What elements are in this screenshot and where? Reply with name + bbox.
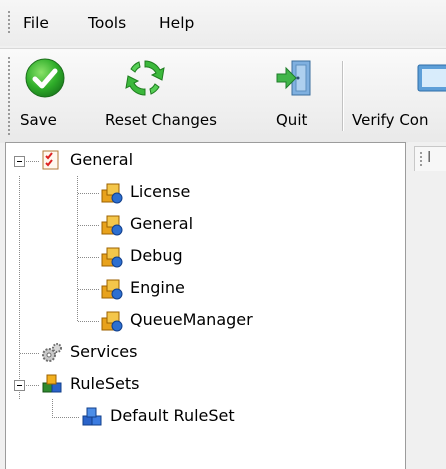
check-icon bbox=[25, 58, 65, 98]
verify-config-label: Verify Con bbox=[352, 111, 429, 129]
details-panel-grip[interactable] bbox=[420, 152, 423, 166]
component-icon bbox=[101, 183, 123, 204]
component-icon bbox=[101, 215, 123, 236]
tree-node-debug-label: Debug bbox=[130, 246, 183, 265]
details-panel-tab[interactable]: I bbox=[414, 146, 446, 171]
checklist-icon bbox=[42, 150, 59, 170]
toolbar-separator bbox=[342, 61, 344, 131]
tree-node-default-ruleset-label: Default RuleSet bbox=[110, 406, 235, 425]
tree-line-services bbox=[20, 353, 40, 354]
toolbar: Save Reset Changes Quit Verify Con bbox=[0, 48, 446, 143]
tree-line-ruleset-0 bbox=[52, 417, 80, 418]
tree-line-child-0 bbox=[78, 193, 100, 194]
tree-line-rulesets-children bbox=[52, 399, 53, 417]
gears-icon bbox=[42, 343, 62, 362]
tree-node-engine[interactable]: Engine bbox=[100, 273, 320, 303]
tree-node-license[interactable]: License bbox=[100, 177, 320, 207]
tree-node-license-label: License bbox=[130, 182, 191, 201]
tree-node-rulesets-label: RuleSets bbox=[70, 374, 140, 393]
tree-node-general-label: General bbox=[70, 150, 134, 169]
tree-line-general-children bbox=[77, 176, 78, 322]
tree-line-general bbox=[26, 161, 40, 162]
exit-door-icon bbox=[276, 60, 311, 96]
tree-node-debug[interactable]: Debug bbox=[100, 241, 320, 271]
tree-line-rulesets bbox=[26, 385, 40, 386]
component-icon bbox=[101, 311, 123, 332]
refresh-icon bbox=[125, 60, 165, 96]
tree-line-child-1 bbox=[78, 225, 100, 226]
menu-grip[interactable] bbox=[8, 11, 11, 35]
details-panel: I bbox=[408, 142, 446, 468]
reset-changes-label: Reset Changes bbox=[105, 111, 217, 129]
tree-line-child-2 bbox=[78, 257, 100, 258]
component-icon bbox=[101, 247, 123, 268]
config-tree[interactable]: General License General Debug Engine Que… bbox=[5, 142, 406, 469]
tree-node-queuemanager-label: QueueManager bbox=[130, 310, 253, 329]
tree-node-queuemanager[interactable]: QueueManager bbox=[100, 305, 350, 335]
reset-changes-button[interactable]: Reset Changes bbox=[78, 49, 217, 141]
tree-node-general[interactable]: General bbox=[40, 145, 240, 175]
menu-bar: File Tools Help bbox=[0, 0, 446, 46]
cubes-icon bbox=[42, 374, 62, 393]
ruleset-icon bbox=[82, 407, 102, 426]
rulesets-collapse-toggle[interactable] bbox=[14, 380, 25, 391]
details-panel-tab-label: I bbox=[427, 148, 432, 166]
tree-node-rulesets[interactable]: RuleSets bbox=[40, 369, 240, 399]
quit-button[interactable]: Quit bbox=[266, 49, 324, 141]
tree-node-general-settings[interactable]: General bbox=[100, 209, 320, 239]
tree-line-child-3 bbox=[78, 289, 100, 290]
tree-node-services[interactable]: Services bbox=[40, 337, 240, 367]
general-collapse-toggle[interactable] bbox=[14, 156, 25, 167]
tree-line-child-4 bbox=[78, 321, 100, 322]
component-icon bbox=[101, 279, 123, 300]
tree-node-default-ruleset[interactable]: Default RuleSet bbox=[80, 401, 330, 431]
save-button[interactable]: Save bbox=[16, 49, 74, 141]
menu-file[interactable]: File bbox=[23, 14, 49, 32]
save-label: Save bbox=[20, 111, 57, 129]
verify-config-button[interactable]: Verify Con bbox=[352, 49, 446, 141]
tree-node-general-settings-label: General bbox=[130, 214, 194, 233]
menu-tools[interactable]: Tools bbox=[88, 14, 126, 32]
quit-label: Quit bbox=[276, 111, 308, 129]
verify-config-icon bbox=[417, 64, 446, 92]
tree-line-root bbox=[19, 176, 20, 399]
tree-node-engine-label: Engine bbox=[130, 278, 185, 297]
menu-help[interactable]: Help bbox=[159, 14, 194, 32]
tree-node-services-label: Services bbox=[70, 342, 138, 361]
toolbar-grip[interactable] bbox=[8, 57, 11, 137]
